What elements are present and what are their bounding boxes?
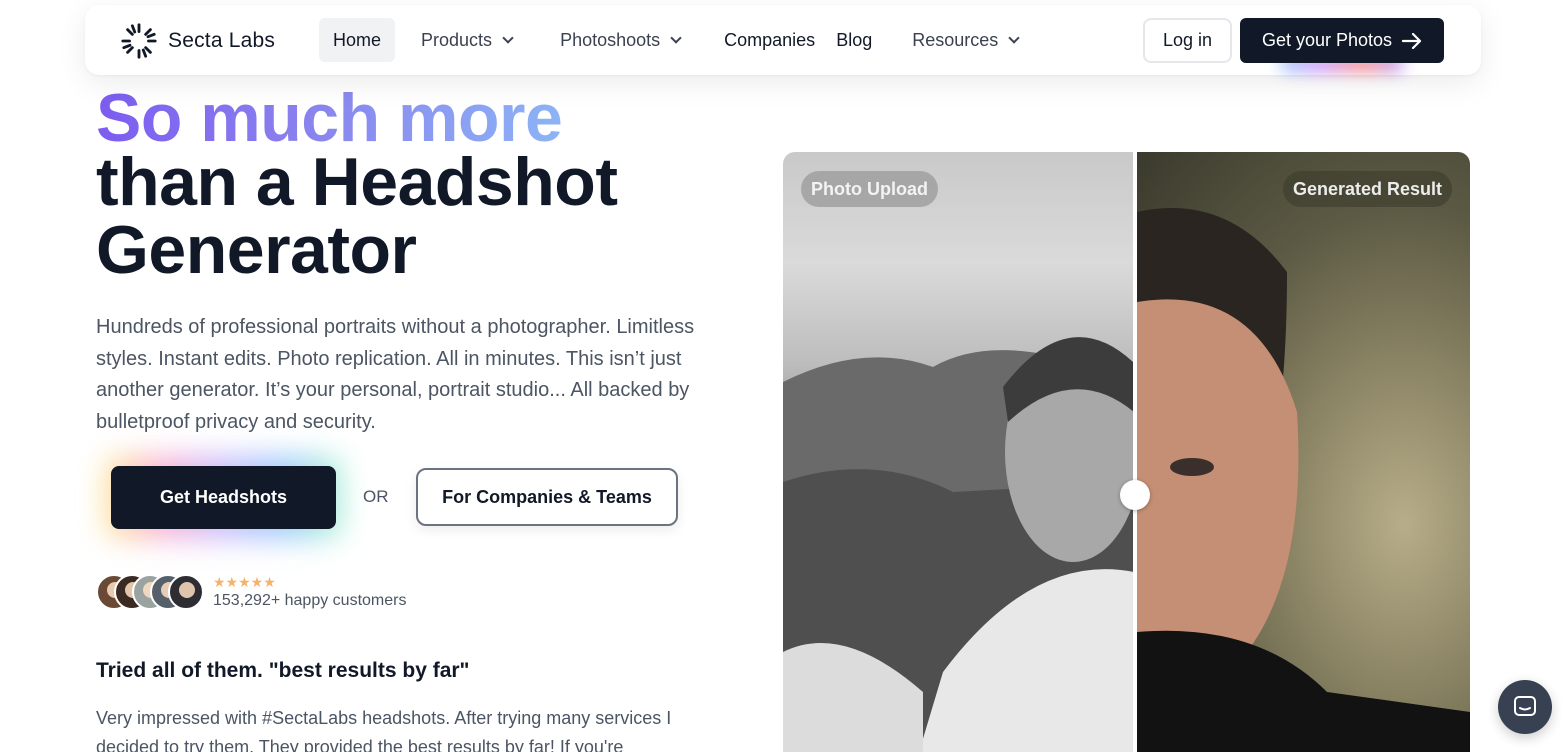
hero-subtitle: Hundreds of professional portraits witho… [96,316,695,433]
top-navbar: Secta Labs Home Products Photoshoots Com… [85,5,1481,75]
headline-line: Generator [96,212,417,288]
logo-text: Secta Labs [168,29,276,52]
portrait-illustration [1137,208,1470,752]
comparison-slider-handle[interactable] [1120,480,1150,510]
headline-main: than a Headshot Generator [96,148,716,284]
nav-item-label: Photoshoots [560,29,661,50]
avatar [168,574,204,610]
login-button[interactable]: Log in [1143,18,1232,63]
nav-item-label: Home [333,29,382,50]
customer-count: 153,292+ happy customers [213,592,407,609]
logo[interactable]: Secta Labs [120,22,275,60]
nav-item-companies[interactable]: Companies [710,18,829,62]
nav-item-label: Products [421,29,493,50]
arrow-right-icon [1402,32,1422,49]
get-headshots-button[interactable]: Get Headshots [111,466,336,529]
before-after-comparison[interactable]: Photo Upload Generated Result [783,152,1470,752]
get-headshots-wrap: Get Headshots [105,456,342,539]
chevron-down-icon [502,31,514,44]
rating-stars: ★★★★★ [213,574,276,590]
nav-item-label: Blog [836,29,873,50]
get-photos-cta: Get your Photos [1240,18,1444,71]
headline-line: than a Headshot [96,144,618,220]
nav-item-blog[interactable]: Blog [822,18,886,62]
nav-item-home[interactable]: Home [319,18,396,62]
nav-links: Home Products Photoshoots Companies Blog… [319,18,1032,62]
photo-upload-label: Photo Upload [801,171,938,207]
generated-result-image [1137,152,1470,752]
nav-item-resources[interactable]: Resources [898,18,1032,62]
chevron-down-icon [670,31,682,44]
nav-item-photoshoots[interactable]: Photoshoots [546,18,694,62]
photo-upload-image [783,152,1141,752]
or-separator: OR [363,487,389,506]
nav-item-label: Companies [724,29,816,50]
nav-item-products[interactable]: Products [407,18,526,62]
chevron-down-icon [1008,31,1020,44]
get-photos-button[interactable]: Get your Photos [1240,18,1444,63]
secta-logo-icon [121,23,157,59]
testimonial-body: Very impressed with #SectaLabs headshots… [96,708,672,752]
customer-avatars [96,574,208,610]
testimonial-title: Tried all of them. "best results by far" [96,659,470,682]
generated-result-label: Generated Result [1282,171,1452,207]
chat-launcher-button[interactable] [1498,680,1552,734]
selfie-illustration [783,337,1141,752]
chat-icon [1514,696,1536,716]
nav-item-label: Resources [912,29,999,50]
companies-teams-button[interactable]: For Companies & Teams [416,468,678,526]
comparison-divider[interactable] [1133,152,1137,752]
get-photos-label: Get your Photos [1261,30,1393,50]
